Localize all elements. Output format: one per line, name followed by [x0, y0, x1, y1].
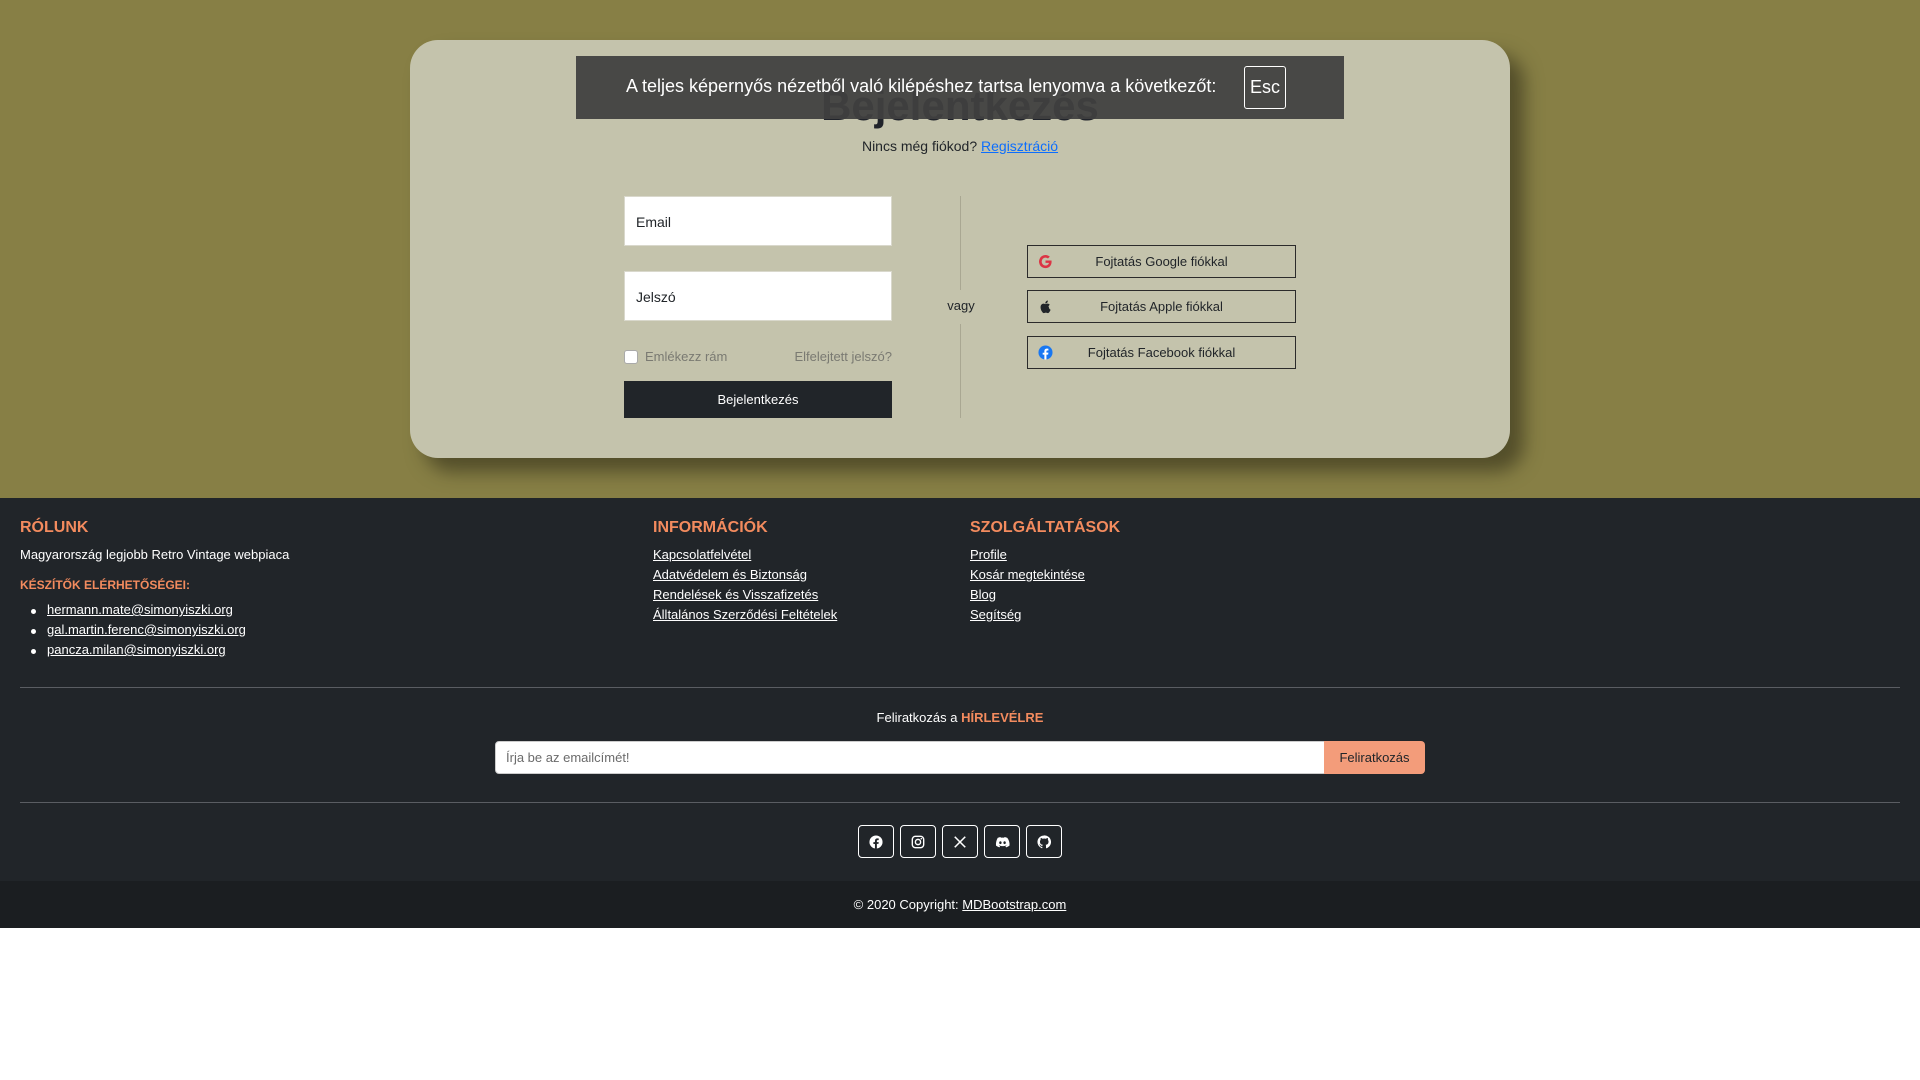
- newsletter-label: Feliratkozás a HÍRLEVÉLRE: [0, 710, 1920, 725]
- apple-label: Fojtatás Apple fiókkal: [1100, 299, 1223, 314]
- register-link[interactable]: Regisztráció: [981, 138, 1058, 154]
- info-link-contact[interactable]: Kapcsolatfelvétel: [653, 547, 751, 562]
- google-icon: [1038, 254, 1052, 269]
- about-heading: RÓLUNK: [20, 519, 89, 536]
- footer-divider: [20, 802, 1900, 803]
- no-account-label: Nincs még fiókod?: [861, 138, 978, 154]
- service-link-help[interactable]: Segítség: [970, 607, 1021, 622]
- discord-icon: [995, 836, 1010, 847]
- hero-section: Bejelentkezés Nincs még fiókod? Regisztr…: [0, 0, 1920, 498]
- newsletter-prefix: Feliratkozás a: [876, 710, 958, 725]
- remember-checkbox[interactable]: [624, 349, 638, 364]
- info-link-privacy[interactable]: Adatvédelem és Biztonság: [653, 567, 807, 582]
- contact-email-2[interactable]: gal.martin.ferenc@simonyiszki.org: [47, 622, 246, 637]
- newsletter-highlight: HÍRLEVÉLRE: [961, 710, 1044, 725]
- forgot-password-link[interactable]: Elfelejtett jelszó?: [790, 349, 892, 364]
- login-button[interactable]: Bejelentkezés: [624, 381, 892, 418]
- facebook-icon: [1038, 345, 1053, 360]
- remember-label: Emlékezz rám: [645, 349, 728, 364]
- apple-login-button[interactable]: Fojtatás Apple fiókkal: [1027, 290, 1296, 323]
- google-label: Fojtatás Google fiókkal: [1095, 254, 1228, 269]
- service-link-blog[interactable]: Blog: [970, 587, 996, 602]
- newsletter-email-input[interactable]: Írja be az emailcímét!: [495, 741, 1325, 774]
- service-link-cart[interactable]: Kosár megtekintése: [970, 567, 1085, 582]
- password-field[interactable]: Jelszó: [624, 271, 892, 321]
- info-link-terms[interactable]: Álltalános Szerződési Feltételek: [653, 607, 837, 622]
- contact-email-3[interactable]: pancza.milan@simonyiszki.org: [47, 642, 226, 657]
- or-label: vagy: [947, 298, 975, 313]
- bullet: [31, 629, 36, 634]
- instagram-icon: [911, 835, 925, 848]
- copyright-text: © 2020 Copyright:: [853, 897, 959, 912]
- copyright-bar: © 2020 Copyright: MDBootstrap.com: [0, 881, 1920, 928]
- x-social-button[interactable]: [942, 825, 978, 858]
- apple-icon: [1040, 300, 1051, 314]
- github-icon: [1037, 834, 1051, 848]
- services-heading: SZOLGÁLTATÁSOK: [970, 519, 1121, 536]
- fullscreen-notice: A teljes képernyős nézetből való kilépés…: [576, 56, 1344, 119]
- info-heading: INFORMÁCIÓK: [653, 519, 768, 536]
- no-account-text: Nincs még fiókod? Regisztráció: [410, 138, 1510, 154]
- instagram-social-button[interactable]: [900, 825, 936, 858]
- bullet: [31, 649, 36, 654]
- bullet: [31, 609, 36, 614]
- contacts-heading: KÉSZÍTŐK ELÉRHETŐSÉGEI:: [20, 578, 191, 592]
- footer: RÓLUNK Magyarország legjobb Retro Vintag…: [0, 498, 1920, 881]
- email-field[interactable]: Email: [624, 196, 892, 246]
- facebook-icon: [869, 834, 883, 849]
- divider-bottom: [960, 324, 961, 418]
- copyright-link[interactable]: MDBootstrap.com: [962, 897, 1066, 912]
- facebook-social-button[interactable]: [858, 825, 894, 858]
- google-login-button[interactable]: Fojtatás Google fiókkal: [1027, 245, 1296, 278]
- subscribe-button[interactable]: Feliratkozás: [1324, 741, 1425, 774]
- x-icon: [954, 835, 966, 848]
- fullscreen-notice-text: A teljes képernyős nézetből való kilépés…: [626, 76, 1217, 96]
- service-link-profile[interactable]: Profile: [970, 547, 1007, 562]
- footer-divider: [20, 687, 1900, 688]
- remember-me[interactable]: Emlékezz rám: [624, 349, 727, 364]
- divider-top: [960, 196, 961, 290]
- facebook-login-button[interactable]: Fojtatás Facebook fiókkal: [1027, 336, 1296, 369]
- facebook-label: Fojtatás Facebook fiókkal: [1087, 345, 1236, 360]
- discord-social-button[interactable]: [984, 825, 1020, 858]
- contact-email-1[interactable]: hermann.mate@simonyiszki.org: [47, 602, 233, 617]
- esc-key: Esc: [1244, 66, 1286, 109]
- about-text: Magyarország legjobb Retro Vintage webpi…: [20, 547, 290, 562]
- github-social-button[interactable]: [1026, 825, 1062, 858]
- info-link-orders[interactable]: Rendelések és Visszafizetés: [653, 587, 818, 602]
